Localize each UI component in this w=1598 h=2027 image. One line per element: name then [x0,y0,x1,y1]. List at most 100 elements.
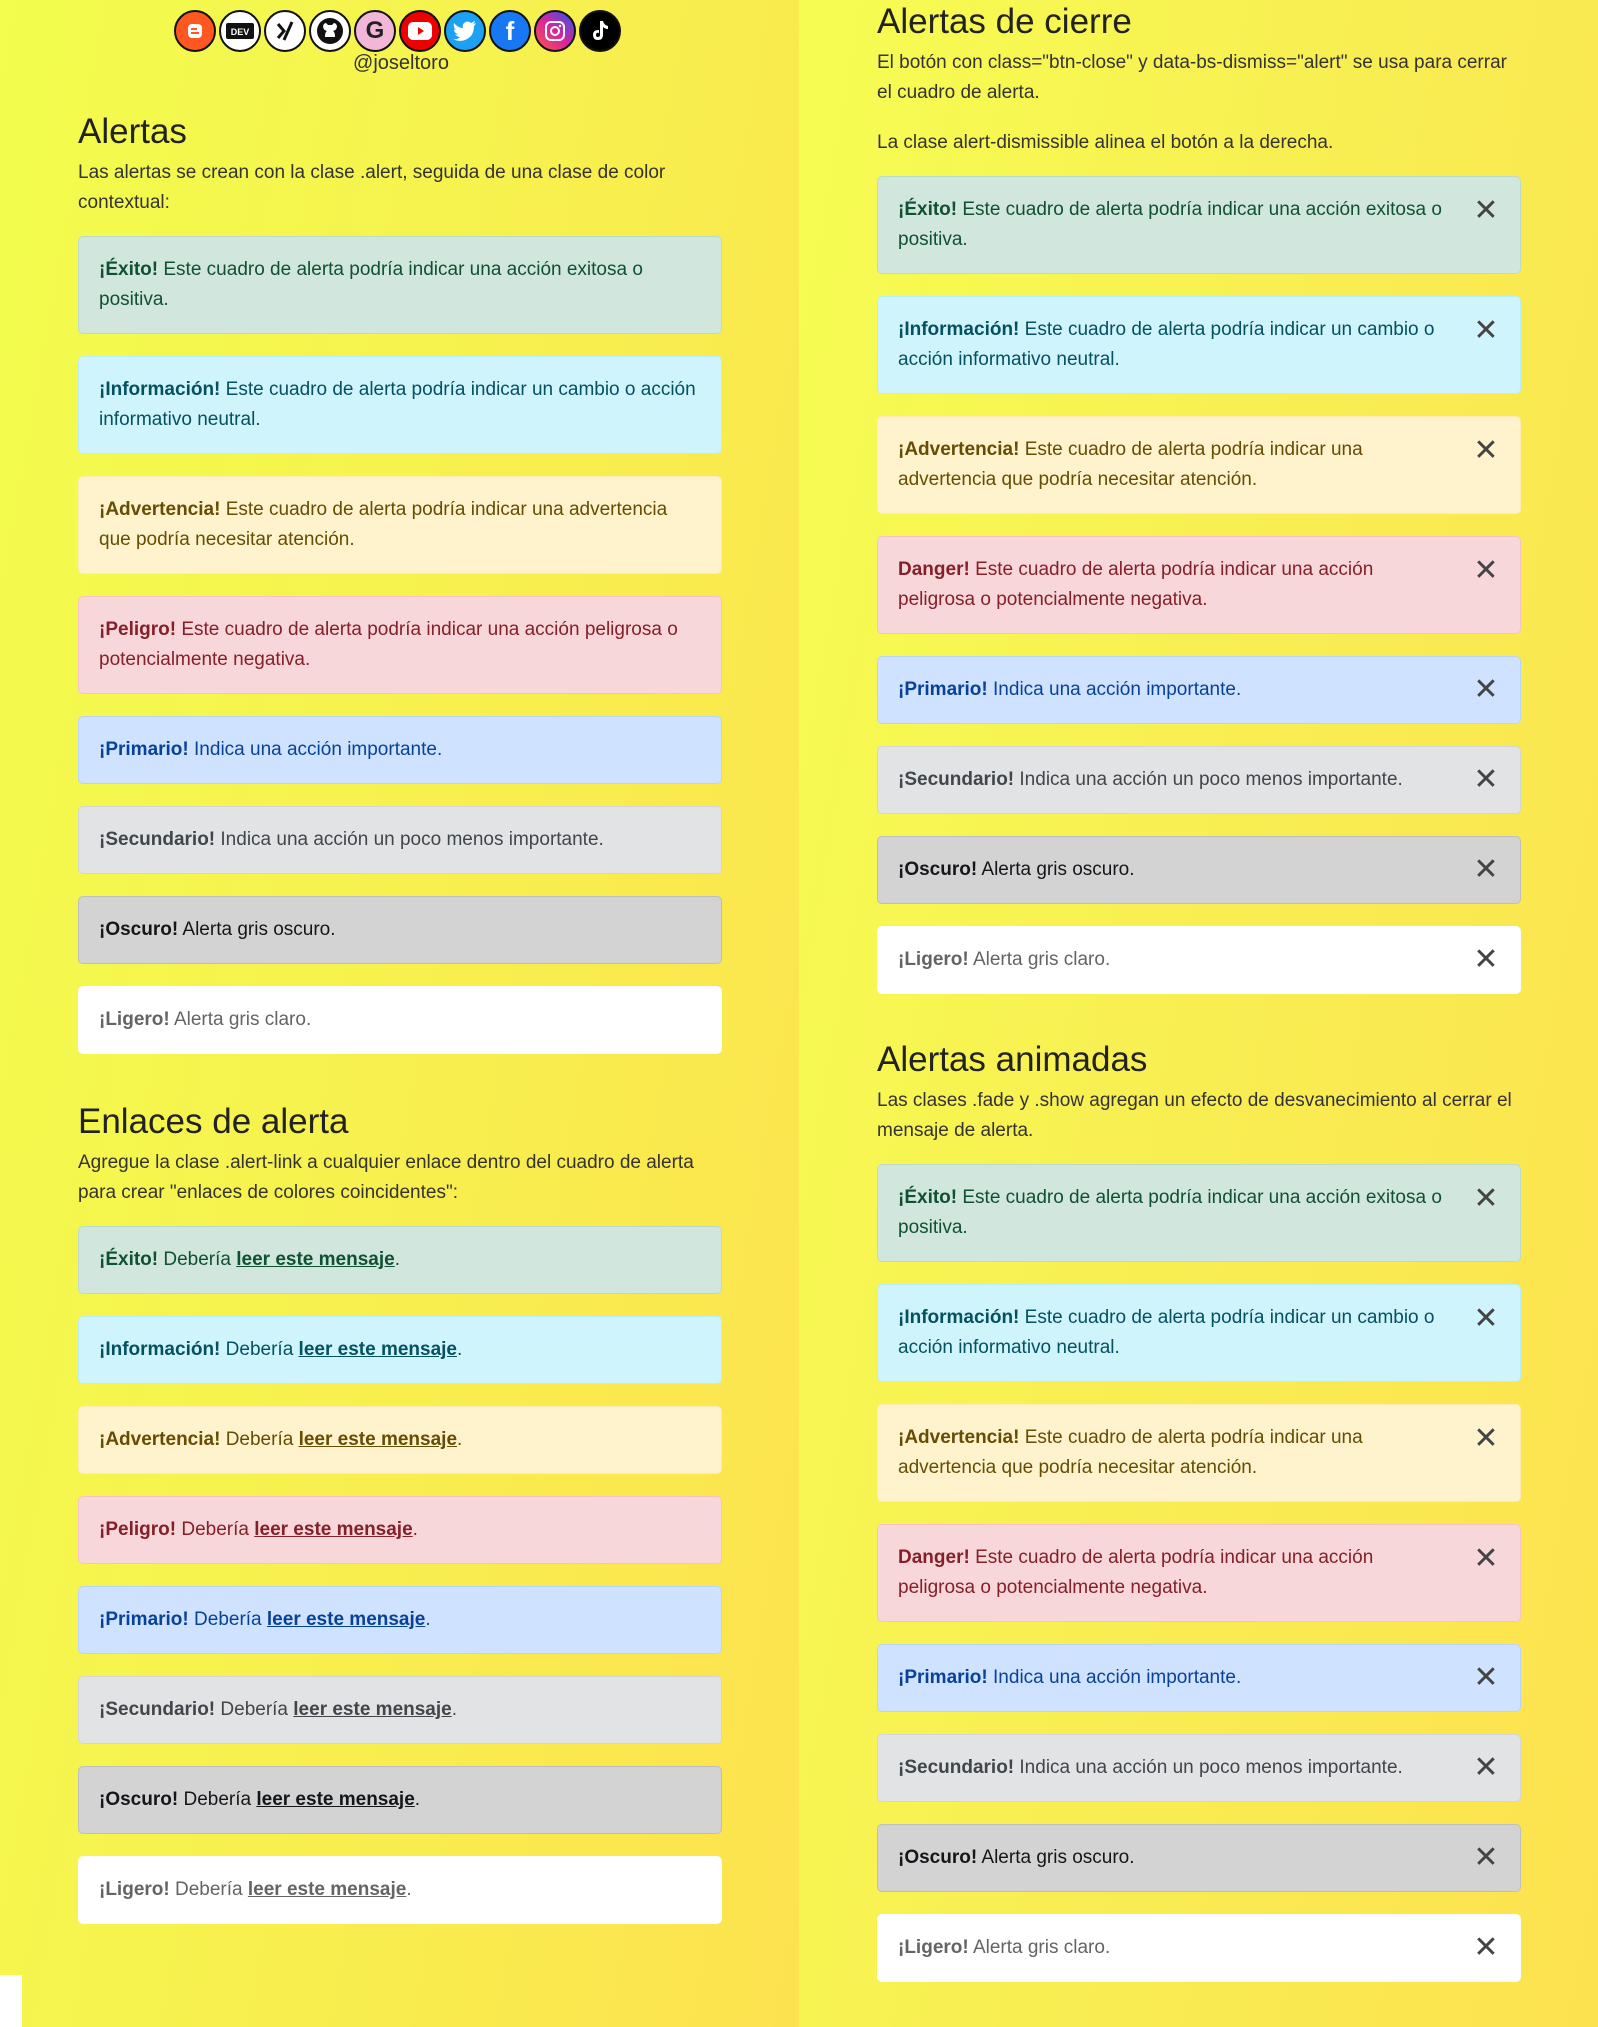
alert-strong: ¡Secundario! [99,1699,216,1720]
left-column: DEV G f @joseltoro Alertas Las alertas s… [0,0,799,2027]
alert-link[interactable]: leer este mensaje [299,1339,457,1360]
alert-link[interactable]: leer este mensaje [248,1879,406,1900]
alert-strong: ¡Ligero! [898,949,969,970]
github-icon[interactable] [309,10,351,52]
section-title-cierre: Alertas de cierre [877,2,1132,41]
alert-prefix: Debería [220,1339,299,1360]
close-icon[interactable]: ✕ [1472,945,1500,975]
close-icon[interactable]: ✕ [1472,1663,1500,1693]
alert-info: ¡Información! Este cuadro de alerta podr… [78,356,722,454]
alert-link[interactable]: leer este mensaje [267,1609,425,1630]
alert-text: Alerta gris claro. [968,1937,1111,1958]
alert-strong: ¡Información! [898,1307,1020,1328]
close-icon[interactable]: ✕ [1472,1424,1500,1454]
alert-light: ¡Ligero! Alerta gris claro. [78,986,722,1054]
alert-secondary: ¡Secundario! Indica una acción un poco m… [78,806,722,874]
alert-strong: ¡Ligero! [99,1009,170,1030]
fade-alert-success: ¡Éxito! Este cuadro de alerta podría ind… [877,1164,1521,1262]
alert-strong: ¡Éxito! [99,1249,159,1270]
close-icon[interactable]: ✕ [1472,316,1500,346]
alert-suffix: . [406,1879,412,1900]
link-alert-success: ¡Éxito! Debería leer este mensaje. [78,1226,722,1294]
alert-strong: ¡Primario! [898,1667,988,1688]
close-icon[interactable]: ✕ [1472,1753,1500,1783]
section-desc-enlaces: Agregue la clase .alert-link a cualquier… [78,1152,694,1203]
alert-suffix: . [394,1249,400,1270]
alert-link[interactable]: leer este mensaje [254,1519,412,1540]
slash-icon[interactable] [264,10,306,52]
alert-link[interactable]: leer este mensaje [293,1699,451,1720]
alert-link[interactable]: leer este mensaje [236,1249,394,1270]
dismiss-alert-danger: Danger! Este cuadro de alerta podría ind… [877,536,1521,634]
close-icon[interactable]: ✕ [1472,1843,1500,1873]
link-alert-light: ¡Ligero! Debería leer este mensaje. [78,1856,722,1924]
alert-strong: ¡Oscuro! [898,1847,978,1868]
alert-strong: ¡Advertencia! [898,1427,1020,1448]
alert-text: Este cuadro de alerta podría indicar una… [898,1547,1374,1598]
close-icon[interactable]: ✕ [1472,675,1500,705]
close-icon[interactable]: ✕ [1472,1544,1500,1574]
google-icon[interactable]: G [354,10,396,52]
dev-icon[interactable]: DEV [219,10,261,52]
alert-text: Alerta gris oscuro. [977,859,1135,880]
alert-danger: ¡Peligro! Este cuadro de alerta podría i… [78,596,722,694]
section-title-animadas: Alertas animadas [877,1040,1148,1079]
alert-strong: ¡Oscuro! [99,919,179,940]
alert-text: Este cuadro de alerta podría indicar una… [898,199,1442,250]
close-icon[interactable]: ✕ [1472,1933,1500,1963]
tiktok-icon[interactable] [579,10,621,52]
instagram-icon[interactable] [534,10,576,52]
alert-suffix: . [425,1609,431,1630]
blogger-icon[interactable] [174,10,216,52]
alert-link[interactable]: leer este mensaje [299,1429,457,1450]
close-icon[interactable]: ✕ [1472,196,1500,226]
fade-alert-dark: ¡Oscuro! Alerta gris oscuro. ✕ [877,1824,1521,1892]
youtube-icon[interactable] [399,10,441,52]
alert-dark: ¡Oscuro! Alerta gris oscuro. [78,896,722,964]
alert-prefix: Debería [169,1879,248,1900]
dismiss-alert-dark: ¡Oscuro! Alerta gris oscuro. ✕ [877,836,1521,904]
alert-strong: ¡Primario! [99,739,189,760]
alert-text: Alerta gris claro. [169,1009,312,1030]
alert-suffix: . [457,1429,463,1450]
alert-link[interactable]: leer este mensaje [256,1789,414,1810]
close-icon[interactable]: ✕ [1472,1184,1500,1214]
alert-prefix: Debería [188,1609,267,1630]
section-alertas-animadas: Alertas animadas Las clases .fade y .sho… [877,1040,1521,1982]
section-desc-animadas: Las clases .fade y .show agregan un efec… [877,1090,1512,1141]
twitter-icon[interactable] [444,10,486,52]
section-alertas-de-cierre: Alertas de cierre El botón con class="bt… [877,2,1521,994]
close-icon[interactable]: ✕ [1472,556,1500,586]
alert-strong: ¡Oscuro! [99,1789,179,1810]
alert-strong: Danger! [898,1547,970,1568]
dismiss-alert-info: ¡Información! Este cuadro de alerta podr… [877,296,1521,394]
alert-strong: ¡Secundario! [898,1757,1015,1778]
alert-suffix: . [412,1519,418,1540]
alert-strong: ¡Éxito! [99,259,159,280]
alert-strong: ¡Información! [99,379,221,400]
close-icon[interactable]: ✕ [1472,855,1500,885]
fade-alert-danger: Danger! Este cuadro de alerta podría ind… [877,1524,1521,1622]
dismiss-alert-success: ¡Éxito! Este cuadro de alerta podría ind… [877,176,1521,274]
alert-text: Este cuadro de alerta podría indicar una… [898,559,1374,610]
link-alert-warning: ¡Advertencia! Debería leer este mensaje. [78,1406,722,1474]
link-alert-danger: ¡Peligro! Debería leer este mensaje. [78,1496,722,1564]
link-alert-primary: ¡Primario! Debería leer este mensaje. [78,1586,722,1654]
dismiss-alert-secondary: ¡Secundario! Indica una acción un poco m… [877,746,1521,814]
close-icon[interactable]: ✕ [1472,1304,1500,1334]
alert-text: Indica una acción un poco menos importan… [1014,769,1403,790]
alert-text: Indica una acción un poco menos importan… [215,829,604,850]
facebook-glyph: f [505,15,515,46]
section-enlaces-de-alerta: Enlaces de alerta Agregue la clase .aler… [78,1102,722,1924]
alert-text: Indica una acción un poco menos importan… [1014,1757,1403,1778]
facebook-icon[interactable]: f [489,10,531,52]
alert-primary: ¡Primario! Indica una acción importante. [78,716,722,784]
section-title-enlaces: Enlaces de alerta [78,1102,349,1141]
alert-success: ¡Éxito! Este cuadro de alerta podría ind… [78,236,722,334]
close-icon[interactable]: ✕ [1472,436,1500,466]
close-icon[interactable]: ✕ [1472,765,1500,795]
alert-suffix: . [451,1699,458,1720]
alert-text: Este cuadro de alerta podría indicar una… [99,619,678,670]
alert-text: Indica una acción importante. [987,679,1242,700]
alert-strong: ¡Ligero! [99,1879,170,1900]
